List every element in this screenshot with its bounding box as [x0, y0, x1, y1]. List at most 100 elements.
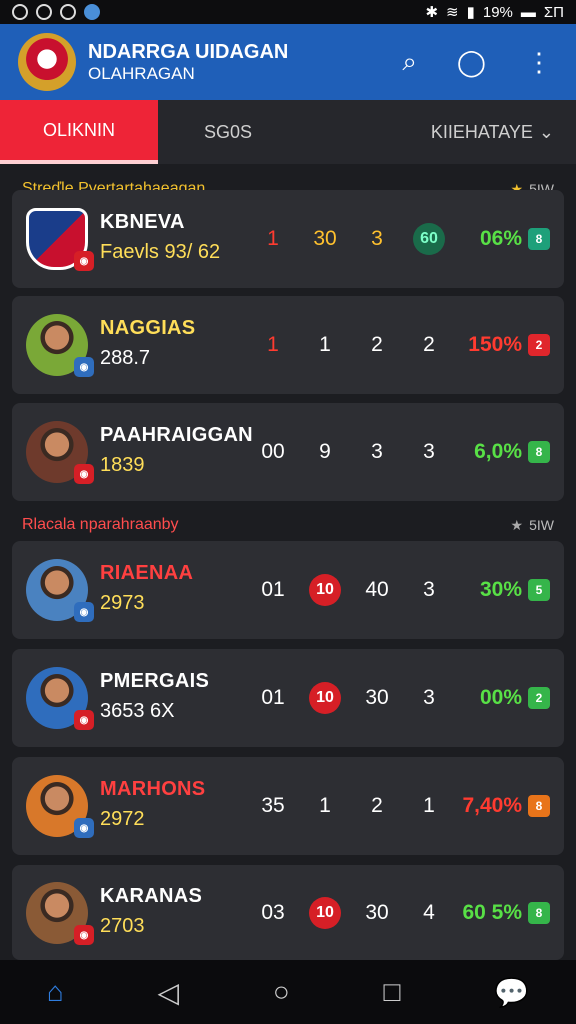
flag-badge-icon: ◉ — [74, 818, 94, 838]
status-right: ✱ ≋ ▮ 19% ▬ ΣΠ — [425, 3, 564, 22]
stat-value: 1 — [319, 794, 331, 817]
stat-value: 4 — [423, 901, 435, 924]
stat-value: 01 — [261, 578, 285, 601]
star-icon: ★ — [510, 516, 524, 533]
flag-badge-icon: ◉ — [74, 710, 94, 730]
stat-value: 3 — [371, 440, 383, 463]
stat-circle: 60 — [413, 223, 445, 255]
player-value: 288.7 — [100, 347, 151, 369]
percent-value: 6,0% — [474, 440, 522, 463]
stat-value: 30 — [313, 227, 337, 250]
percent-value: 7,40% — [462, 794, 522, 817]
chat-icon[interactable]: 💬 — [494, 976, 529, 1009]
sim-icon — [12, 4, 28, 20]
wifi-icon: ≋ — [446, 4, 459, 21]
stat-value: 30 — [365, 686, 389, 709]
recents-icon[interactable]: □ — [384, 976, 401, 1008]
stat-value: 30 — [365, 901, 389, 924]
flag-badge-icon: ◉ — [74, 464, 94, 484]
vibrate-icon: ✱ — [425, 4, 439, 21]
chevron-down-icon: ⌄ — [538, 121, 554, 142]
player-name: RIAENAA — [100, 562, 194, 584]
stat-value: 03 — [261, 901, 285, 924]
section-header: Rlacala nparahraanby ★ 5IW — [22, 512, 554, 538]
stat-value: 1 — [267, 227, 279, 250]
home-icon[interactable]: ⌂ — [47, 976, 64, 1008]
flag-badge-icon: ◉ — [74, 357, 94, 377]
player-row[interactable]: ◉ KARANAS 2703 03 10 30 4 60 5% 8 — [12, 865, 564, 960]
player-value: 3653 6X — [100, 700, 175, 722]
stat-value: 1 — [423, 794, 435, 817]
stat-circle: 10 — [309, 682, 341, 714]
player-row[interactable]: ◉ KBNEVA Faevls 93/ 62 1 30 3 60 06% 8 — [12, 190, 564, 288]
battery-percent: 19% — [482, 3, 513, 21]
signal-icon: ▮ — [466, 4, 475, 21]
tab-third-label: KIIEHATAYE — [430, 121, 533, 142]
chrome-icon — [60, 4, 76, 20]
stat-value: 1 — [319, 333, 331, 356]
back-icon[interactable]: ◁ — [158, 976, 180, 1009]
app-title: NDARRGA UIDAGAN — [88, 40, 289, 63]
percent-value: 60 5% — [462, 901, 522, 924]
stat-value: 00 — [261, 440, 285, 463]
status-time: ΣΠ — [543, 3, 564, 21]
tab-second[interactable]: SG0S — [158, 100, 298, 164]
system-nav-bar: ⌂ ◁ ○ □ 💬 — [0, 960, 576, 1024]
player-row[interactable]: ◉ NAGGIAS 288.7 1 1 2 2 150% 2 — [12, 296, 564, 394]
trend-badge: 2 — [528, 687, 550, 709]
percent-value: 06% — [479, 227, 522, 250]
battery-icon: ▬ — [520, 3, 536, 21]
player-name: PMERGAIS — [100, 670, 210, 692]
stat-value: 01 — [261, 686, 285, 709]
percent-value: 00% — [479, 686, 522, 709]
flag-badge-icon: ◉ — [74, 602, 94, 622]
percent-value: 150% — [468, 333, 522, 356]
trend-badge: 8 — [528, 902, 550, 924]
player-row[interactable]: ◉ RIAENAA 2973 01 10 40 3 30% 5 — [12, 541, 564, 639]
stat-value: 35 — [261, 794, 285, 817]
team-logo — [18, 33, 76, 91]
circle-icon[interactable]: ◯ — [457, 47, 486, 78]
player-row[interactable]: ◉ PAAHRAIGGAN 1839 00 9 3 3 6,0% 8 — [12, 403, 564, 501]
stat-value: 3 — [423, 686, 435, 709]
status-bar: ✱ ≋ ▮ 19% ▬ ΣΠ — [0, 0, 576, 24]
whatsapp-icon — [36, 4, 52, 20]
flag-badge-icon: ◉ — [74, 925, 94, 945]
stat-value: 40 — [365, 578, 389, 601]
app-actions: ⌕ ◯ ⋮ — [402, 46, 558, 78]
tab-bar: OLIKNIN SG0S KIIEHATAYE ⌄ — [0, 100, 576, 164]
stat-value: 3 — [423, 440, 435, 463]
search-icon[interactable]: ⌕ — [402, 46, 417, 78]
flag-badge-icon: ◉ — [74, 251, 94, 271]
player-name: NAGGIAS — [100, 317, 196, 339]
tab-active[interactable]: OLIKNIN — [0, 100, 158, 164]
stat-value: 3 — [423, 578, 435, 601]
status-left — [12, 4, 100, 20]
percent-value: 30% — [479, 578, 522, 601]
tab-third-dropdown[interactable]: KIIEHATAYE ⌄ — [298, 100, 576, 164]
player-value: Faevls 93/ 62 — [100, 241, 221, 263]
player-name: KBNEVA — [100, 211, 185, 233]
player-row[interactable]: ◉ MARHONS 2972 35 1 2 1 7,40% 8 — [12, 757, 564, 855]
app-title-block: NDARRGA UIDAGAN OLAHRAGAN — [88, 41, 402, 84]
app-subtitle: OLAHRAGAN — [88, 63, 195, 83]
player-value: 2972 — [100, 808, 145, 830]
player-row[interactable]: ◉ PMERGAIS 3653 6X 01 10 30 3 00% 2 — [12, 649, 564, 747]
app-bar: NDARRGA UIDAGAN OLAHRAGAN ⌕ ◯ ⋮ — [0, 24, 576, 100]
stat-value: 2 — [371, 333, 383, 356]
stat-circle: 10 — [309, 897, 341, 929]
player-value: 1839 — [100, 454, 145, 476]
trend-badge: 2 — [528, 334, 550, 356]
globe-icon — [84, 4, 100, 20]
home-circle-icon[interactable]: ○ — [273, 976, 290, 1008]
stat-value: 2 — [371, 794, 383, 817]
section-title: Rlacala nparahraanby — [22, 516, 179, 533]
player-name: PAAHRAIGGAN — [100, 424, 253, 446]
trend-badge: 5 — [528, 579, 550, 601]
player-value: 2973 — [100, 592, 145, 614]
trend-badge: 8 — [528, 441, 550, 463]
trend-badge: 8 — [528, 795, 550, 817]
more-vert-icon[interactable]: ⋮ — [526, 47, 552, 78]
stat-value: 3 — [371, 227, 383, 250]
stat-value: 2 — [423, 333, 435, 356]
